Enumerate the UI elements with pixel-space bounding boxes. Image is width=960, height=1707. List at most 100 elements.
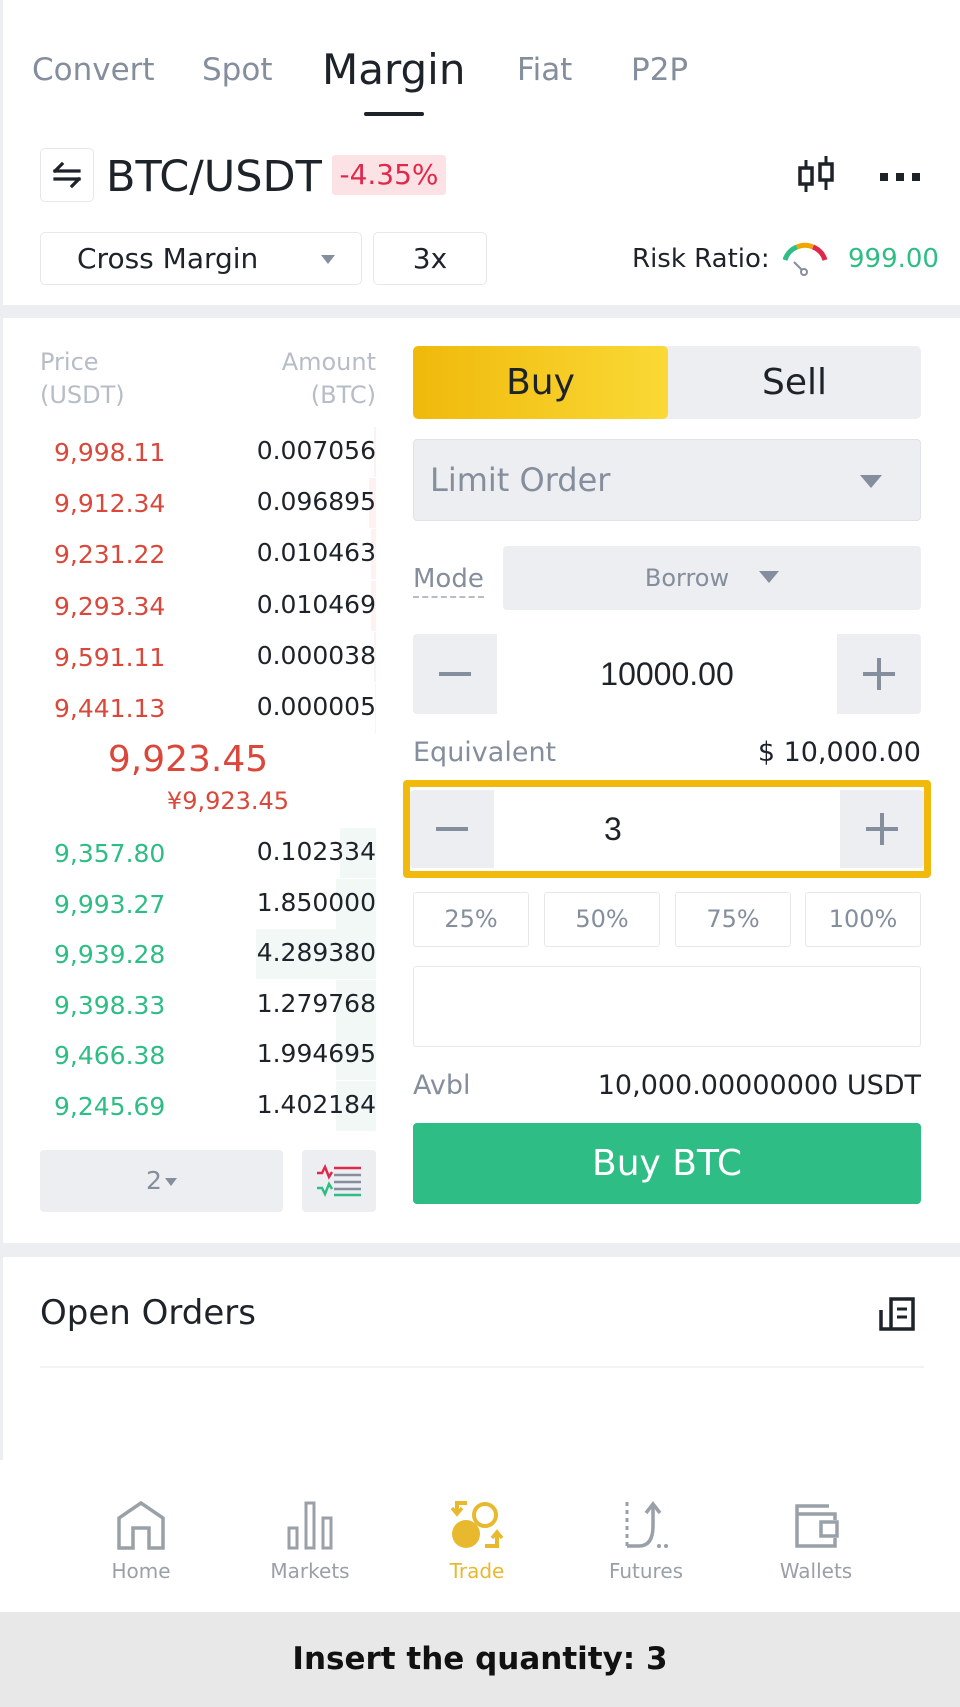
- leverage-select[interactable]: 3x: [373, 232, 487, 285]
- tab-margin[interactable]: Margin: [322, 44, 465, 96]
- ask-row[interactable]: 9,591.11 0.000038: [40, 632, 376, 682]
- plus-icon-vertical: [880, 813, 884, 845]
- futures-icon: [625, 1501, 668, 1548]
- percent-75-button[interactable]: 75%: [675, 892, 791, 947]
- bid-price: 9,466.38: [54, 1041, 166, 1070]
- left-edge-line: [0, 0, 3, 1460]
- ask-row[interactable]: 9,293.34 0.010469: [40, 581, 376, 631]
- percent-25-button[interactable]: 25%: [413, 892, 529, 947]
- nav-home-label: Home: [111, 1559, 171, 1583]
- tab-convert[interactable]: Convert: [32, 48, 155, 92]
- ask-price: 9,591.11: [54, 643, 166, 672]
- risk-gauge-icon: [782, 242, 828, 276]
- bid-row[interactable]: 9,357.80 0.102334: [40, 828, 376, 878]
- ask-price: 9,998.11: [54, 438, 166, 467]
- buy-tab[interactable]: Buy: [413, 346, 668, 419]
- ask-amount: 0.000005: [256, 692, 376, 721]
- last-price-cny: ¥9,923.45: [166, 787, 290, 815]
- bid-row[interactable]: 9,939.28 4.289380: [40, 929, 376, 979]
- bid-amount: 1.994695: [256, 1039, 376, 1068]
- percent-100-button[interactable]: 100%: [805, 892, 921, 947]
- price-input[interactable]: [497, 634, 837, 714]
- price-stepper: [413, 634, 921, 714]
- quantity-input[interactable]: [494, 790, 840, 868]
- decimals-value: 2: [146, 1166, 162, 1195]
- buy-sell-toggle: Buy Sell: [413, 346, 921, 419]
- swap-arrows-icon: [52, 162, 82, 188]
- ask-amount: 0.010463: [256, 538, 376, 567]
- margin-mode-value: Cross Margin: [77, 242, 259, 275]
- nav-wallets[interactable]: Wallets: [756, 1500, 876, 1584]
- open-orders-divider: [40, 1366, 924, 1368]
- ask-price: 9,293.34: [54, 592, 166, 621]
- order-type-value: Limit Order: [430, 461, 611, 499]
- section-divider: [0, 1243, 960, 1257]
- orderbook-view-button[interactable]: [302, 1150, 376, 1212]
- open-orders-title: Open Orders: [40, 1293, 256, 1333]
- ask-price: 9,441.13: [54, 694, 166, 723]
- nav-markets[interactable]: Markets: [250, 1500, 370, 1584]
- bid-amount: 1.850000: [256, 888, 376, 917]
- pair-symbol[interactable]: BTC/USDT: [106, 152, 322, 202]
- tab-fiat[interactable]: Fiat: [517, 48, 572, 92]
- buy-btc-button[interactable]: Buy BTC: [413, 1123, 921, 1204]
- ask-amount: 0.096895: [256, 487, 376, 516]
- bid-price: 9,357.80: [54, 839, 166, 868]
- plus-icon-vertical: [877, 658, 881, 690]
- candlestick-icon[interactable]: [796, 156, 838, 196]
- risk-ratio-value: 999.00: [848, 244, 939, 274]
- minus-icon: [436, 827, 468, 831]
- ask-amount: 0.000038: [256, 641, 376, 670]
- ask-row[interactable]: 9,441.13 0.000005: [40, 683, 376, 733]
- equivalent-value: $ 10,000.00: [757, 737, 921, 768]
- bid-row[interactable]: 9,398.33 1.279768: [40, 980, 376, 1030]
- ask-price: 9,231.22: [54, 540, 166, 569]
- price-increase-button[interactable]: [837, 634, 921, 714]
- amount-header-line2: (BTC): [310, 381, 376, 409]
- nav-trade-label: Trade: [449, 1559, 505, 1583]
- ask-amount: 0.010469: [256, 590, 376, 619]
- price-header-line2: (USDT): [40, 381, 125, 409]
- trade-icon: [450, 1501, 504, 1548]
- tab-spot[interactable]: Spot: [202, 48, 272, 92]
- sell-tab[interactable]: Sell: [668, 346, 921, 419]
- quantity-stepper: [410, 790, 924, 868]
- bid-row[interactable]: 9,466.38 1.994695: [40, 1030, 376, 1080]
- amount-column-header: Amount (BTC): [282, 346, 376, 412]
- swap-pair-button[interactable]: [40, 148, 94, 202]
- price-decrease-button[interactable]: [413, 634, 497, 714]
- bid-price: 9,993.27: [54, 890, 166, 919]
- mode-select[interactable]: Borrow: [503, 546, 921, 610]
- decimals-select[interactable]: 2: [40, 1150, 283, 1212]
- amount-header-line1: Amount: [281, 348, 376, 376]
- bid-row[interactable]: 9,245.69 1.402184: [40, 1081, 376, 1131]
- wallet-icon: [795, 1504, 839, 1548]
- more-dots-icon[interactable]: [880, 173, 920, 181]
- price-column-header: Price (USDT): [40, 346, 125, 412]
- order-type-select[interactable]: Limit Order: [413, 439, 921, 521]
- chevron-down-icon: [860, 475, 882, 488]
- bid-price: 9,939.28: [54, 940, 166, 969]
- nav-futures[interactable]: Futures: [586, 1500, 706, 1584]
- tab-p2p[interactable]: P2P: [631, 48, 688, 92]
- total-input[interactable]: [413, 966, 921, 1047]
- ask-row[interactable]: 9,231.22 0.010463: [40, 529, 376, 579]
- nav-trade[interactable]: Trade: [417, 1500, 537, 1584]
- bid-price: 9,398.33: [54, 991, 166, 1020]
- mode-value: Borrow: [644, 564, 730, 592]
- orderbook-view-icon: [317, 1164, 361, 1198]
- ask-row[interactable]: 9,912.34 0.096895: [40, 478, 376, 528]
- bid-row[interactable]: 9,993.27 1.850000: [40, 879, 376, 929]
- ask-row[interactable]: 9,998.11 0.007056: [40, 427, 376, 477]
- markets-icon: [287, 1501, 333, 1550]
- bid-amount: 1.279768: [256, 989, 376, 1018]
- instruction-caption: Insert the quantity: 3: [0, 1612, 960, 1707]
- margin-mode-select[interactable]: Cross Margin: [40, 232, 362, 285]
- quantity-decrease-button[interactable]: [410, 790, 494, 868]
- nav-home[interactable]: Home: [81, 1500, 201, 1584]
- mode-label[interactable]: Mode: [413, 562, 484, 598]
- order-history-icon[interactable]: [878, 1296, 916, 1332]
- percent-50-button[interactable]: 50%: [544, 892, 660, 947]
- quantity-increase-button[interactable]: [840, 790, 924, 868]
- ask-amount: 0.007056: [256, 436, 376, 465]
